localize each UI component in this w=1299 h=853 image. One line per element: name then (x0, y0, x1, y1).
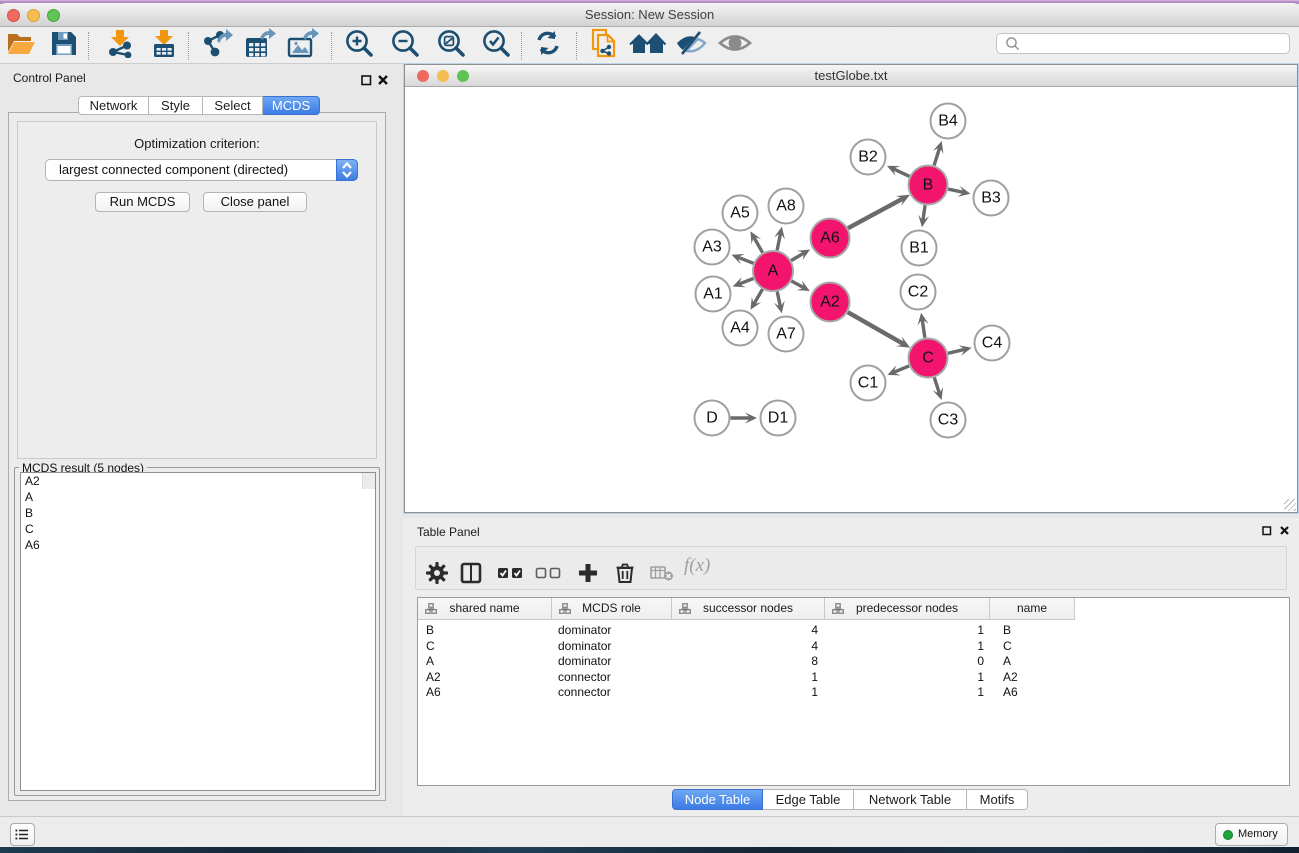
svg-text:B4: B4 (938, 113, 958, 130)
svg-text:A4: A4 (730, 320, 750, 337)
svg-text:D: D (706, 410, 718, 427)
svg-text:A6: A6 (820, 230, 840, 247)
svg-text:C1: C1 (858, 375, 879, 392)
svg-text:C3: C3 (938, 412, 959, 429)
svg-text:A7: A7 (776, 326, 796, 343)
svg-text:C2: C2 (908, 284, 929, 301)
svg-text:A8: A8 (776, 198, 796, 215)
svg-text:C: C (922, 350, 934, 367)
svg-text:D1: D1 (768, 410, 789, 427)
svg-text:C4: C4 (982, 335, 1003, 352)
svg-text:A1: A1 (703, 286, 723, 303)
svg-text:A5: A5 (730, 205, 750, 222)
svg-text:B3: B3 (981, 190, 1001, 207)
svg-text:A2: A2 (820, 294, 840, 311)
svg-text:B2: B2 (858, 149, 878, 166)
svg-text:A: A (768, 263, 779, 280)
svg-text:B1: B1 (909, 240, 929, 257)
svg-text:B: B (923, 177, 934, 194)
svg-text:A3: A3 (702, 239, 722, 256)
